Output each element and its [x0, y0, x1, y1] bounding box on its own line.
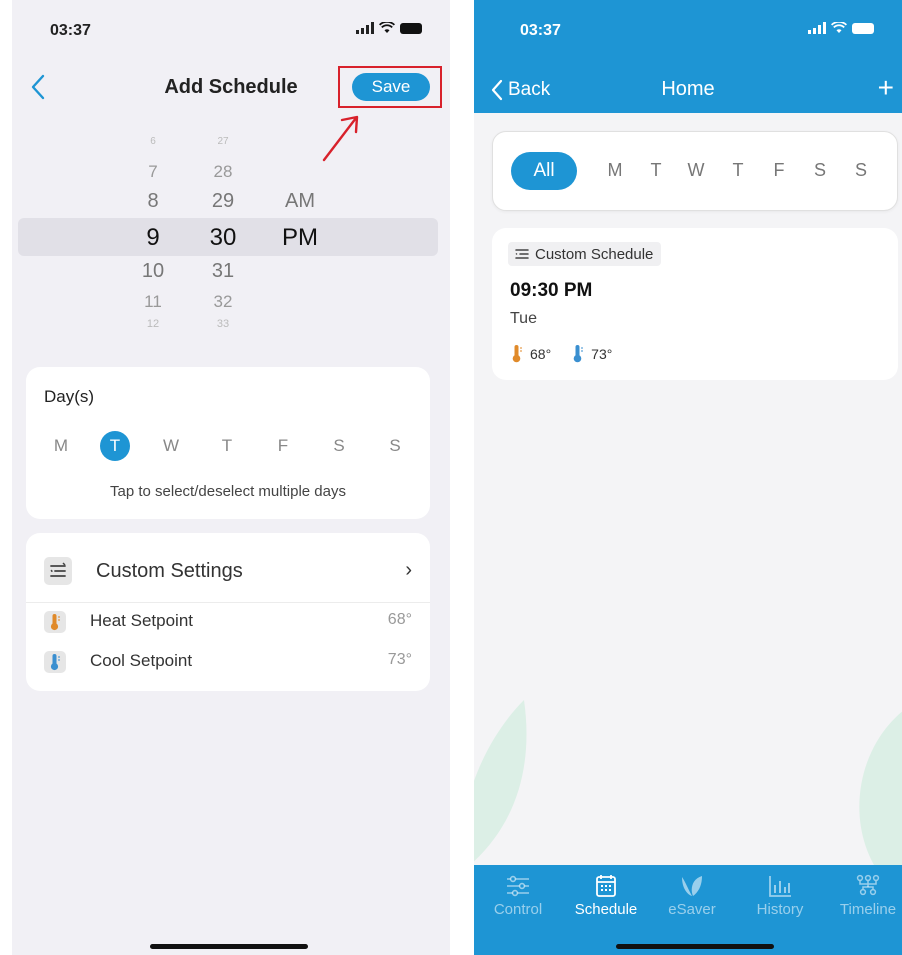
cool-setpoint-label: Cool Setpoint — [90, 651, 193, 670]
picker-minute[interactable]: 33 — [198, 318, 248, 330]
picker-minute[interactable]: 28 — [198, 162, 248, 182]
wifi-icon — [831, 22, 847, 33]
heat-thermometer-icon — [512, 345, 522, 363]
schedule-day: Tue — [510, 310, 537, 327]
picker-hour-selected[interactable]: 9 — [128, 224, 178, 252]
tab-label: eSaver — [668, 901, 716, 918]
schedule-card[interactable]: Custom Schedule 09:30 PM Tue 68° 73° — [492, 228, 898, 380]
tab-bar: Control Schedule eSaver History Timeline — [474, 865, 902, 955]
leaf-icon — [682, 876, 702, 896]
status-bar: 03:37 — [474, 0, 902, 60]
day-wednesday[interactable]: W — [156, 431, 186, 461]
tab-label: Timeline — [839, 901, 897, 918]
day-filter-card: All M T W T F S S — [492, 131, 898, 211]
schedule-cool-value: 73° — [591, 346, 613, 362]
day-saturday[interactable]: S — [324, 431, 354, 461]
status-time: 03:37 — [520, 22, 561, 39]
home-indicator — [616, 944, 774, 949]
filter-day[interactable]: T — [728, 160, 748, 181]
picker-ampm-selected[interactable]: PM — [270, 224, 330, 252]
days-title: Day(s) — [44, 387, 95, 406]
wifi-icon — [379, 22, 395, 33]
day-thursday[interactable]: T — [212, 431, 242, 461]
filter-day[interactable]: S — [851, 160, 871, 181]
custom-settings-row[interactable]: Custom Settings › — [26, 533, 430, 603]
filter-day[interactable]: F — [769, 160, 789, 181]
heat-setpoint-label: Heat Setpoint — [90, 611, 194, 630]
decorative-leaf-right — [859, 711, 902, 880]
schedule-heat-value: 68° — [530, 346, 552, 362]
day-sunday[interactable]: S — [380, 431, 410, 461]
chevron-right-icon: › — [405, 559, 412, 581]
list-settings-icon — [44, 557, 72, 585]
time-picker[interactable]: 6 7 8 9 10 11 12 27 28 29 30 31 32 33 AM… — [18, 130, 438, 345]
custom-settings-label: Custom Settings — [96, 560, 243, 582]
picker-hour[interactable]: 12 — [128, 318, 178, 330]
picker-minute[interactable]: 29 — [198, 190, 248, 213]
status-time: 03:37 — [50, 22, 91, 39]
heat-setpoint-value: 68° — [387, 611, 412, 628]
home-indicator — [150, 944, 308, 949]
tab-label: Control — [493, 901, 543, 918]
days-card: Day(s) M T W T F S S Tap to select/desel… — [26, 367, 430, 519]
cool-setpoint-value: 73° — [387, 651, 412, 668]
tab-timeline[interactable]: Timeline — [826, 873, 902, 918]
tab-history[interactable]: History — [738, 873, 822, 918]
cool-thermometer-icon — [44, 651, 66, 673]
schedule-type-label: Custom Schedule — [535, 245, 654, 263]
filter-day[interactable]: M — [605, 160, 625, 181]
signal-icon — [356, 22, 374, 34]
days-hint: Tap to select/deselect multiple days — [110, 483, 346, 500]
picker-minute[interactable]: 31 — [198, 260, 248, 283]
settings-card: Custom Settings › Heat Setpoint 68° Cool… — [26, 533, 430, 691]
day-tuesday-selected[interactable]: T — [100, 431, 130, 461]
picker-hour[interactable]: 6 — [128, 136, 178, 147]
filter-day[interactable]: W — [686, 160, 706, 181]
cool-thermometer-icon — [573, 345, 584, 363]
filter-all-button[interactable]: All — [511, 152, 577, 190]
heat-thermometer-icon — [44, 611, 66, 633]
heat-setpoint-row[interactable]: Heat Setpoint 68° — [26, 605, 430, 639]
add-schedule-screen: 03:37 Add Schedule Save 6 7 8 9 10 11 12… — [12, 0, 450, 955]
tab-esaver[interactable]: eSaver — [650, 873, 734, 918]
picker-hour[interactable]: 11 — [128, 292, 178, 312]
picker-minute-selected[interactable]: 30 — [198, 224, 248, 252]
tab-schedule[interactable]: Schedule — [564, 873, 648, 918]
bar-chart-icon — [769, 876, 791, 897]
tab-control[interactable]: Control — [476, 873, 560, 918]
day-friday[interactable]: F — [268, 431, 298, 461]
signal-icon — [808, 22, 826, 34]
filter-day[interactable]: S — [810, 160, 830, 181]
status-bar: 03:37 — [12, 0, 450, 60]
battery-icon — [852, 22, 874, 34]
day-monday[interactable]: M — [46, 431, 76, 461]
cool-setpoint-row[interactable]: Cool Setpoint 73° — [26, 645, 430, 679]
home-schedule-screen: 03:37 Back Home + All M T W T F S S Cust… — [474, 0, 902, 955]
picker-minute[interactable]: 27 — [198, 136, 248, 147]
schedule-type-tag: Custom Schedule — [508, 242, 662, 266]
tab-label: History — [756, 901, 804, 918]
picker-minute[interactable]: 32 — [198, 292, 248, 312]
add-schedule-button[interactable]: + — [878, 72, 894, 104]
hierarchy-icon — [856, 874, 880, 896]
sliders-icon — [507, 875, 529, 897]
list-settings-icon — [515, 249, 529, 259]
schedule-time: 09:30 PM — [510, 280, 593, 301]
schedule-temps: 68° 73° — [510, 344, 612, 364]
battery-icon — [400, 22, 422, 34]
picker-hour[interactable]: 10 — [128, 260, 178, 283]
calendar-icon — [596, 875, 616, 897]
page-title: Home — [661, 78, 715, 100]
header-bar: 03:37 Back Home + — [474, 0, 902, 113]
decorative-leaf-left — [474, 700, 527, 862]
tab-label: Schedule — [574, 901, 638, 918]
save-button[interactable]: Save — [352, 73, 430, 101]
save-highlight-box: Save — [338, 66, 442, 108]
filter-day[interactable]: T — [646, 160, 666, 181]
picker-ampm[interactable]: AM — [270, 190, 330, 213]
picker-hour[interactable]: 7 — [128, 162, 178, 182]
picker-hour[interactable]: 8 — [128, 190, 178, 213]
